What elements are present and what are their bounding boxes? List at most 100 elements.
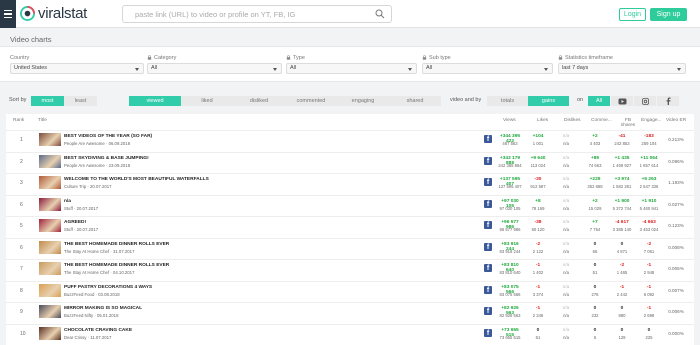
table-row[interactable]: 6 n/a Stuff · 20.07.2017 f +97 030 105 97 030… — [6, 194, 694, 213]
video-title[interactable]: PUFF PASTRY DECORATIONS 4 WAYS — [64, 285, 152, 290]
comments-gain: 0 — [593, 263, 597, 268]
chevron-down-icon — [273, 67, 277, 71]
video-thumbnail[interactable] — [39, 305, 61, 318]
table-row[interactable]: 1 BEST VIDEOS OF THE YEAR (SO FAR) People … — [6, 130, 694, 148]
search-input[interactable] — [123, 6, 363, 22]
order-least[interactable]: least — [64, 96, 97, 106]
likes-gain: -1 — [535, 263, 541, 268]
table-row[interactable]: 2 BEST SKYDIVING & BASE JUMPING! People Ar… — [6, 151, 694, 170]
video-thumbnail[interactable] — [39, 283, 61, 297]
eng-gain: 0 — [647, 327, 651, 333]
row-rank: 5 — [20, 223, 23, 229]
col-engagement[interactable]: Engage... — [641, 118, 662, 123]
type-select[interactable]: All — [286, 63, 417, 74]
col-rank[interactable]: Rank — [13, 118, 24, 123]
likes-total: 2 346 — [532, 313, 544, 318]
likes-total: 60 120 — [531, 227, 545, 232]
video-thumbnail[interactable] — [39, 262, 61, 275]
table-row[interactable]: 10 CHOCOLATE CRAVING CAKE Dear Crissy · 11… — [6, 323, 694, 342]
likes-gain: +9 640 — [530, 155, 546, 161]
metric-commented[interactable]: commented — [285, 96, 337, 106]
lock-icon — [286, 55, 291, 60]
category-select[interactable]: All — [147, 63, 282, 74]
platform-all[interactable]: All — [588, 96, 610, 106]
shares-total: 3 385 140 — [612, 227, 632, 232]
facebook-icon: f — [484, 178, 492, 186]
video-title[interactable]: n/a — [64, 199, 71, 204]
platform-instagram[interactable] — [634, 96, 656, 106]
select-value: All — [426, 65, 433, 71]
subtype-select[interactable]: All — [422, 63, 553, 74]
signup-button[interactable]: Sign up — [650, 8, 687, 21]
video-title[interactable]: THE BEST HOMEMADE DINNER ROLLS EVER — [64, 242, 169, 247]
video-title[interactable]: MIRROR MAKING IS SO MAGICAL — [64, 306, 142, 311]
video-title[interactable]: WELCOME TO THE WORLD'S MOST BEAUTIFUL WA… — [64, 177, 209, 182]
col-likes[interactable]: Likes — [537, 118, 548, 123]
table-row[interactable]: 7 THE BEST HOMEMADE DINNER ROLLS EVER The … — [6, 259, 694, 277]
shares-gain: 0 — [620, 327, 624, 333]
table-row[interactable]: 8 PUFF PASTRY DECORATIONS 4 WAYS BuzzFeed … — [6, 280, 694, 299]
video-title[interactable]: THE BEST HOMEMADE DINNER ROLLS EVER — [64, 263, 169, 268]
search-box[interactable] — [122, 5, 392, 23]
likes-gain: -30 — [534, 177, 542, 182]
eng-gain: -4 663 — [642, 220, 656, 225]
eng-total: 225 — [645, 334, 653, 340]
video-thumbnail[interactable] — [39, 326, 61, 340]
table-row[interactable]: 3 WELCOME TO THE WORLD'S MOST BEAUTIFUL W… — [6, 173, 694, 191]
gains-option[interactable]: gains — [528, 96, 569, 106]
login-button[interactable]: Login — [619, 8, 646, 21]
and-by-label: video and by — [450, 97, 482, 103]
video-title[interactable]: BEST SKYDIVING & BASE JUMPING! — [64, 156, 149, 161]
likes-gain: -38 — [534, 220, 542, 225]
video-thumbnail[interactable] — [39, 197, 61, 211]
totals-option[interactable]: totals — [487, 96, 528, 106]
video-title[interactable]: BEST VIDEOS OF THE YEAR (SO FAR) — [64, 134, 152, 139]
video-thumbnail[interactable] — [39, 240, 61, 254]
views-total: 96 577 986 — [499, 227, 521, 232]
search-icon[interactable] — [375, 9, 385, 19]
filter-label: Country — [10, 54, 30, 61]
platform-youtube[interactable] — [611, 96, 633, 106]
table-row[interactable]: 9 MIRROR MAKING IS SO MAGICAL BuzzFeed Nif… — [6, 302, 694, 320]
video-thumbnail[interactable] — [39, 219, 61, 232]
order-most[interactable]: most — [31, 96, 64, 106]
metric-shared[interactable]: shared — [389, 96, 441, 106]
metric-viewed[interactable]: viewed — [129, 96, 181, 106]
timeframe-select[interactable]: last 7 days — [558, 63, 686, 74]
video-thumbnail[interactable] — [39, 133, 61, 146]
video-title[interactable]: CHOCOLATE CRAVING CAKE — [64, 328, 132, 333]
shares-total: 5 372 744 — [612, 205, 632, 211]
platform-facebook[interactable] — [657, 96, 679, 106]
select-value: last 7 days — [562, 65, 589, 71]
views-total: 467 563 — [502, 141, 518, 146]
comments-gain: +2 — [592, 134, 598, 139]
col-views[interactable]: Views — [503, 118, 516, 123]
dislikes-gain: n/a — [562, 220, 570, 225]
eng-gain: +5 263 — [641, 177, 657, 182]
country-select[interactable]: United States — [10, 63, 144, 74]
col-fb-shares[interactable]: FB shares — [618, 118, 638, 128]
col-dislikes[interactable]: Dislikes — [564, 118, 581, 123]
video-thumbnail[interactable] — [39, 176, 61, 189]
table-row[interactable]: 5 AGREED! Stuff · 20.07.2017 f +96 577 986 96… — [6, 216, 694, 234]
eng-total: 7 061 — [643, 248, 655, 254]
video-er: 0.096% — [668, 158, 684, 164]
metric-engaging[interactable]: engaging — [337, 96, 389, 106]
row-rank: 9 — [20, 309, 23, 315]
col-title[interactable]: Title — [38, 118, 47, 123]
col-video-er[interactable]: Video ER — [666, 118, 686, 123]
filter-label-row: Category — [147, 54, 282, 61]
metric-disliked[interactable]: disliked — [233, 96, 285, 106]
table-row[interactable]: 6 THE BEST HOMEMADE DINNER ROLLS EVER The … — [6, 237, 694, 256]
logo[interactable]: viralstat — [20, 5, 87, 22]
shares-gain: -41 — [618, 134, 626, 139]
likes-gain: -2 — [535, 241, 541, 247]
metric-liked[interactable]: liked — [181, 96, 233, 106]
menu-button[interactable] — [0, 0, 16, 28]
video-title[interactable]: AGREED! — [64, 220, 86, 225]
video-thumbnail[interactable] — [39, 154, 61, 168]
dislikes-total: n/a — [563, 291, 569, 297]
dislikes-total: n/a — [563, 270, 569, 275]
col-comments[interactable]: Comme... — [591, 118, 612, 123]
video-channel-date: Culture Trip · 20.07.2017 — [64, 184, 112, 189]
